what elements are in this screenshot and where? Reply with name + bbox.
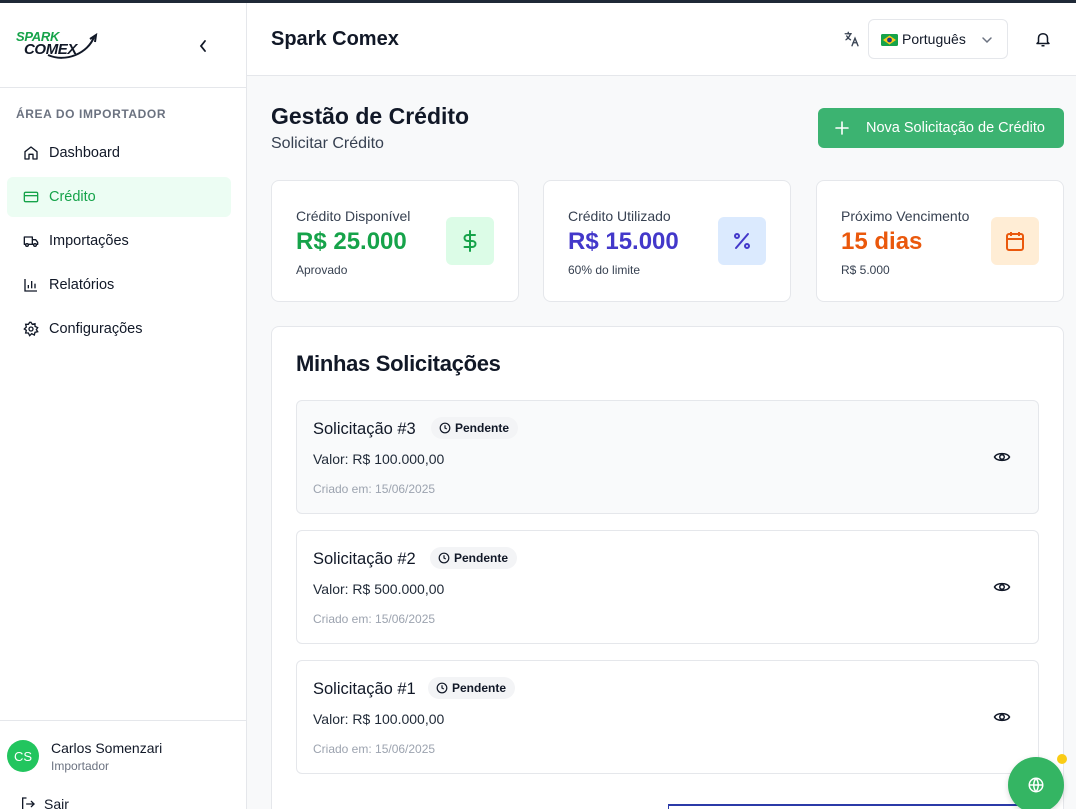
new-credit-request-label: Nova Solicitação de Crédito	[866, 120, 1045, 136]
request-title: Solicitação #3	[313, 420, 416, 438]
bar-chart-icon	[22, 276, 40, 294]
logo-row: SPARK COMEX	[0, 3, 246, 88]
dollar-icon	[446, 217, 494, 265]
request-date: Criado em: 15/06/2025	[313, 742, 436, 756]
page-subtitle: Solicitar Crédito	[271, 135, 384, 152]
gear-icon	[22, 320, 40, 338]
home-icon	[22, 144, 40, 162]
sidebar-item-label: Crédito	[49, 189, 96, 205]
request-item[interactable]: Solicitação #1 Pendente Valor: R$ 100.00…	[296, 660, 1039, 774]
page-title: Gestão de Crédito	[271, 103, 470, 129]
card-sub: R$ 5.000	[841, 263, 890, 277]
collapse-sidebar-button[interactable]	[192, 35, 214, 57]
sidebar-nav: Dashboard Crédito Importações Relatórios…	[7, 133, 231, 353]
request-value: Valor: R$ 100.000,00	[313, 711, 445, 727]
sidebar-item-label: Dashboard	[49, 145, 120, 161]
sidebar-item-label: Importações	[49, 233, 129, 249]
sidebar-item-dashboard[interactable]: Dashboard	[7, 133, 231, 173]
sidebar-item-importacoes[interactable]: Importações	[7, 221, 231, 261]
status-badge: Pendente	[428, 677, 516, 699]
top-header: Spark Comex Português	[247, 3, 1076, 76]
view-eye-icon[interactable]	[993, 708, 1011, 726]
sidebar-item-label: Relatórios	[49, 277, 115, 293]
request-title: Solicitação #1	[313, 680, 416, 698]
new-credit-request-button[interactable]: Nova Solicitação de Crédito	[818, 108, 1064, 148]
avatar: CS	[7, 740, 39, 772]
globe-icon	[1028, 777, 1044, 793]
request-date: Criado em: 15/06/2025	[313, 482, 436, 496]
card-available-credit: Crédito Disponível R$ 25.000 Aprovado	[271, 180, 519, 302]
card-used-credit: Crédito Utilizado R$ 15.000 60% do limit…	[543, 180, 791, 302]
status-label: Pendente	[452, 681, 507, 695]
card-value: R$ 25.000	[296, 228, 407, 255]
view-eye-icon[interactable]	[993, 448, 1011, 466]
request-item[interactable]: Solicitação #2 Pendente Valor: R$ 500.00…	[296, 530, 1039, 644]
card-value: 15 dias	[841, 228, 923, 255]
request-value: Valor: R$ 100.000,00	[313, 451, 445, 467]
user-name: Carlos Somenzari	[51, 740, 163, 756]
brazil-flag-icon	[881, 33, 898, 46]
notifications-bell-icon[interactable]	[1034, 30, 1054, 50]
view-eye-icon[interactable]	[993, 578, 1011, 596]
request-date: Criado em: 15/06/2025	[313, 612, 436, 626]
requests-title: Minhas Solicitações	[296, 351, 501, 376]
logout-icon	[20, 796, 36, 809]
status-badge: Pendente	[431, 417, 519, 439]
card-value: R$ 15.000	[568, 228, 679, 255]
calendar-icon	[991, 217, 1039, 265]
card-sub: Aprovado	[296, 263, 348, 277]
spark-comex-logo[interactable]: SPARK COMEX	[16, 29, 98, 65]
sidebar-item-relatorios[interactable]: Relatórios	[7, 265, 231, 305]
section-label: ÁREA DO IMPORTADOR	[16, 107, 167, 121]
card-label: Próximo Vencimento	[841, 208, 970, 224]
request-item[interactable]: Solicitação #3 Pendente Valor: R$ 100.00…	[296, 400, 1039, 514]
plus-icon	[834, 120, 850, 136]
clock-icon	[436, 682, 448, 694]
user-profile[interactable]: CS Carlos Somenzari Importador Sair	[0, 720, 246, 809]
percent-icon	[718, 217, 766, 265]
app-title: Spark Comex	[271, 28, 399, 50]
status-label: Pendente	[455, 421, 510, 435]
logout-label: Sair	[44, 796, 69, 809]
top-border	[0, 0, 1076, 3]
card-label: Crédito Disponível	[296, 208, 411, 224]
assistant-fab-button[interactable]	[1008, 757, 1064, 809]
user-role: Importador	[51, 759, 110, 773]
requests-panel: Minhas Solicitações Solicitação #3 Pende…	[271, 326, 1064, 809]
sidebar: SPARK COMEX ÁREA DO IMPORTADOR Dashboard	[0, 3, 247, 809]
language-selected: Português	[902, 31, 966, 47]
sidebar-item-configuracoes[interactable]: Configurações	[7, 309, 231, 349]
chevron-left-icon	[199, 40, 206, 52]
notification-dot	[1057, 754, 1067, 764]
request-value: Valor: R$ 500.000,00	[313, 581, 445, 597]
sidebar-item-label: Configurações	[49, 321, 143, 337]
card-sub: 60% do limite	[568, 263, 641, 277]
logout-button[interactable]: Sair	[20, 796, 69, 809]
credit-card-icon	[22, 188, 40, 206]
chevron-down-icon	[981, 33, 993, 49]
sidebar-item-credito[interactable]: Crédito	[7, 177, 231, 217]
truck-icon	[22, 232, 40, 250]
bottom-widget-edge	[668, 804, 1030, 809]
clock-icon	[439, 422, 451, 434]
card-next-due: Próximo Vencimento 15 dias R$ 5.000	[816, 180, 1064, 302]
request-title: Solicitação #2	[313, 550, 416, 568]
language-select[interactable]: Português	[868, 19, 1008, 59]
status-label: Pendente	[454, 551, 509, 565]
logo-swoosh-icon	[47, 33, 98, 59]
clock-icon	[438, 552, 450, 564]
status-badge: Pendente	[430, 547, 518, 569]
translate-icon	[843, 30, 861, 48]
card-label: Crédito Utilizado	[568, 208, 671, 224]
